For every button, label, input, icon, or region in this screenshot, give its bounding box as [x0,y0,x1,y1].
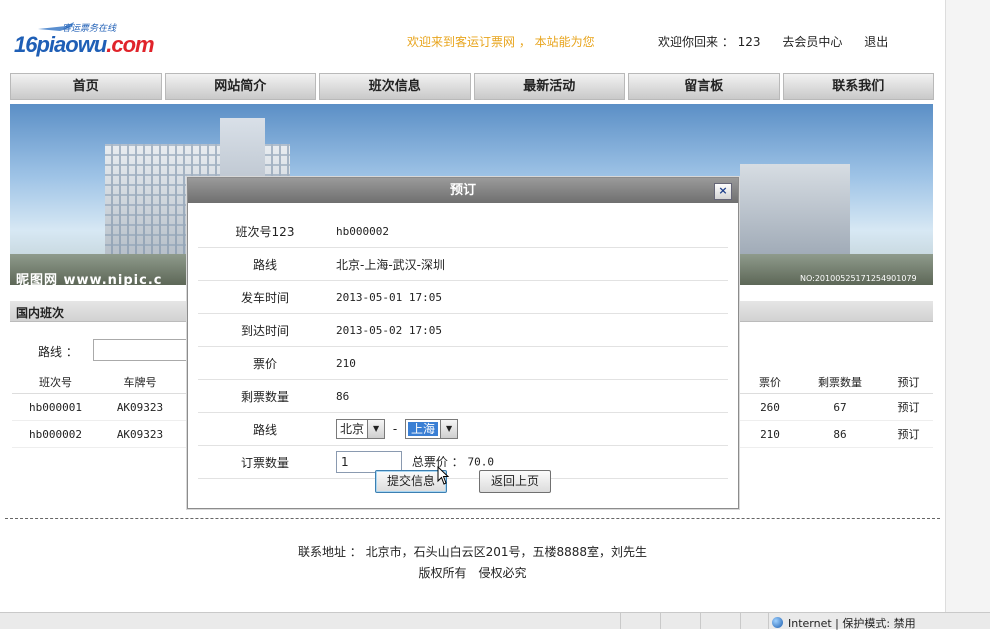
field-value: 86 [332,379,728,413]
field-value: 210 [332,346,728,380]
col-header-book: 预订 [884,370,933,394]
security-zone: Internet | 保护模式: 禁用 [772,615,916,631]
nav-item-home[interactable]: 首页 [10,73,162,100]
route-select-label: 路线 [198,412,332,446]
nav-item-guestbook[interactable]: 留言板 [628,73,780,100]
footer-copyright: 版权所有 侵权必究 [418,566,527,580]
footer-divider [5,518,940,519]
field-label: 发车时间 [198,280,332,314]
site-logo[interactable]: 客运票务在线 16piaowu.com [14,18,155,58]
row-id: hb000001 [12,393,99,421]
greeting-text: 欢迎你回来 ： 123 [658,35,761,49]
book-link[interactable]: 预订 [884,420,933,448]
status-bar: Internet | 保护模式: 禁用 [0,612,990,631]
col-header-price: 票价 [744,370,796,394]
footer-address: 联系地址 ： 北京市，石头山白云区201号，五楼8888室，刘先生 [297,545,648,559]
close-icon[interactable]: × [714,183,732,200]
row-price: 210 [744,420,796,448]
banner-watermark: 昵图网 www.nipic.c [16,273,163,285]
dropdown-arrow-icon: ▼ [367,420,385,438]
nav-item-about[interactable]: 网站简介 [164,73,316,100]
row-plate: AK09323 [99,420,181,448]
route-separator: - [392,421,398,436]
member-center-link[interactable]: 去会员中心 [782,35,842,49]
field-label: 剩票数量 [198,379,332,413]
zone-text: Internet | 保护模式: 禁用 [788,617,916,630]
row-plate: AK09323 [99,393,181,421]
total-value: 70.0 [467,455,494,469]
route-filter-label: 路线 ： [38,345,78,359]
logout-link[interactable]: 退出 [864,35,888,49]
user-bar: 欢迎你回来 ： 123 去会员中心 退出 [658,33,906,50]
col-header-id: 班次号 [12,370,99,394]
field-value: 2013-05-02 17:05 [332,313,728,347]
nav-item-events[interactable]: 最新活动 [473,73,625,100]
welcome-text: 欢迎来到客运订票网 ， 本站能为您 [407,35,595,49]
booking-dialog: 预订 × 班次号123 hb000002 路线 北京-上海-武汉-深圳 发车时间… [187,177,739,509]
qty-label: 订票数量 [198,445,332,479]
nav-item-contact[interactable]: 联系我们 [782,73,934,100]
page: 客运票务在线 16piaowu.com 欢迎来到客运订票网 ， 本站能为您 欢迎… [0,0,945,628]
col-header-remaining: 剩票数量 [796,370,884,394]
row-price: 260 [744,393,796,421]
field-label: 班次号123 [198,215,332,248]
logo-text: 16piaowu.com [14,32,155,57]
col-header-plate: 车牌号 [99,370,181,394]
building-shape-right [740,164,850,264]
dropdown-arrow-icon: ▼ [440,420,458,438]
field-label: 到达时间 [198,313,332,347]
field-value: 2013-05-01 17:05 [332,280,728,314]
field-label: 票价 [198,346,332,380]
row-id: hb000002 [12,420,99,448]
book-link[interactable]: 预订 [884,393,933,421]
field-value: hb000002 [332,215,728,248]
row-remaining: 86 [796,420,884,448]
nav-item-schedule[interactable]: 班次信息 [319,73,471,100]
row-remaining: 67 [796,393,884,421]
mouse-cursor-icon [437,466,450,485]
route-filter-input[interactable] [93,339,190,361]
globe-icon [772,617,783,628]
scrollbar[interactable] [945,0,990,628]
field-label: 路线 [198,247,332,281]
section-title: 国内班次 [16,306,65,320]
route-from-select[interactable]: 北京 ▼ [336,419,386,439]
back-button[interactable]: 返回上页 [479,470,551,493]
banner-watermark-id: NO:20100525171254901079 [800,274,917,283]
main-nav: 首页 网站简介 班次信息 最新活动 留言板 联系我们 [10,73,934,100]
route-to-select[interactable]: 上海 ▼ [405,419,459,439]
dialog-title: 预订 [188,178,738,203]
field-value: 北京-上海-武汉-深圳 [332,247,728,281]
booking-form: 班次号123 hb000002 路线 北京-上海-武汉-深圳 发车时间 2013… [198,215,728,479]
